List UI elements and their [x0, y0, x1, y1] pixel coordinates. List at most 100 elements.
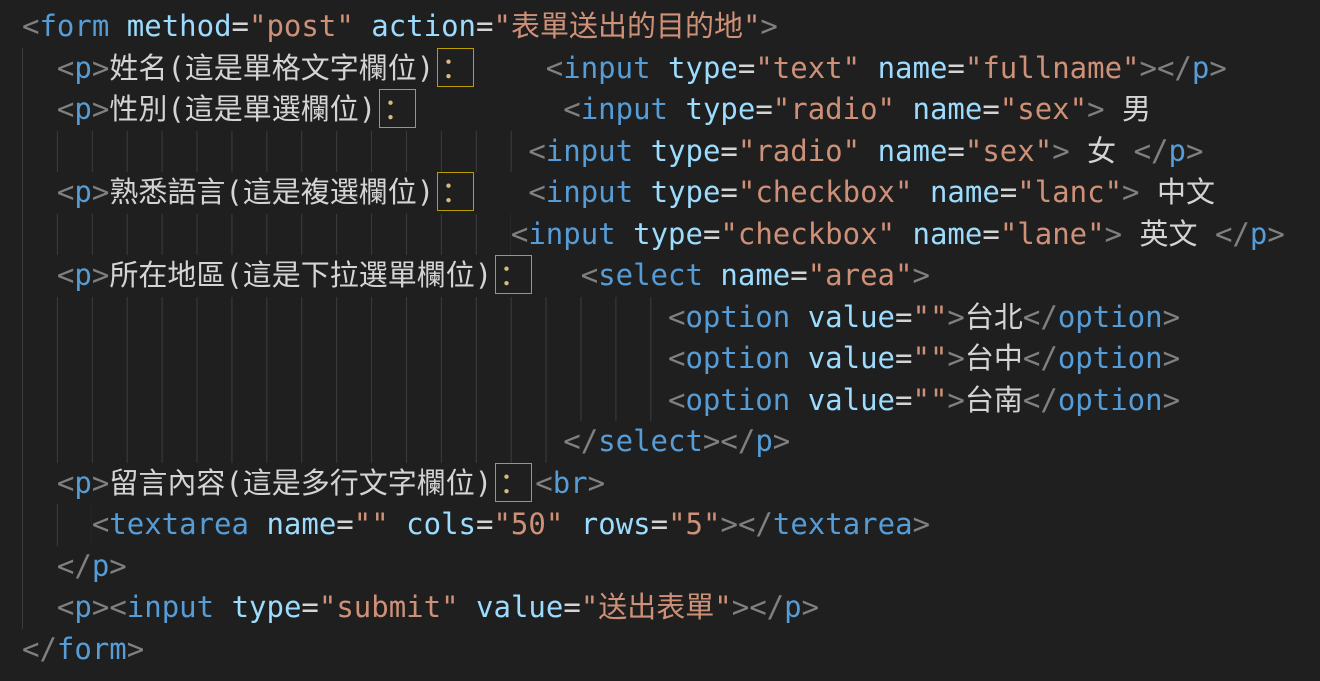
- token-text: 中文: [1140, 175, 1215, 209]
- token-attribute-name: type: [651, 134, 721, 168]
- token-text: [860, 134, 877, 168]
- token-tag-punctuation: <: [668, 383, 685, 417]
- code-editor[interactable]: <form method="post" action="表單送出的目的地"><p…: [0, 0, 1320, 681]
- token-tag-punctuation: </: [1023, 341, 1058, 375]
- token-tag-punctuation: >: [1052, 134, 1069, 168]
- token-tag-punctuation: <: [528, 175, 545, 209]
- token-equals: =: [476, 507, 493, 541]
- token-tag-punctuation: >: [1105, 217, 1122, 251]
- token-tag-punctuation: <: [57, 92, 74, 126]
- token-attribute-value: "": [912, 341, 947, 375]
- indent-guides: [22, 255, 57, 297]
- token-attribute-value: "checkbox": [720, 217, 895, 251]
- code-line[interactable]: <option value="">台中</option>: [22, 338, 1320, 380]
- token-text: [912, 175, 929, 209]
- token-text: [790, 383, 807, 417]
- token-tag-name: p: [74, 466, 91, 500]
- token-text: [860, 51, 877, 85]
- token-attribute-name: name: [930, 175, 1000, 209]
- token-tag-name: p: [1169, 134, 1186, 168]
- token-attribute-name: cols: [406, 507, 476, 541]
- code-line[interactable]: <p>熟悉語言(這是複選欄位)：<input type="checkbox" n…: [22, 172, 1320, 214]
- code-line[interactable]: <input type="checkbox" name="lane"> 英文 <…: [22, 214, 1320, 256]
- token-text: [459, 590, 476, 624]
- code-line[interactable]: <p>姓名(這是單格文字欄位)：<input type="text" name=…: [22, 48, 1320, 90]
- token-tag-name: input: [528, 217, 615, 251]
- token-tag-punctuation: <: [668, 341, 685, 375]
- code-line[interactable]: <form method="post" action="表單送出的目的地">: [22, 6, 1320, 48]
- token-tag-name: p: [74, 258, 91, 292]
- token-tag-name: p: [1250, 217, 1267, 251]
- token-text: 所在地區(這是下拉選單欄位): [109, 258, 492, 292]
- code-line[interactable]: <option value="">台南</option>: [22, 380, 1320, 422]
- token-tag-name: form: [39, 9, 109, 43]
- token-attribute-value: "area": [808, 258, 913, 292]
- token-tag-name: p: [74, 92, 91, 126]
- unicode-highlight-colon: ：: [495, 463, 532, 502]
- token-text: 台北: [965, 300, 1023, 334]
- token-tag-punctuation: </: [1157, 51, 1192, 85]
- indent-guides: [22, 214, 511, 256]
- token-text: [249, 507, 266, 541]
- token-tag-punctuation: >: [947, 341, 964, 375]
- unicode-highlight-colon: ：: [495, 255, 532, 294]
- token-tag-punctuation: <: [668, 300, 685, 334]
- token-tag-punctuation: </: [1023, 383, 1058, 417]
- token-tag-name: p: [74, 51, 91, 85]
- token-tag-punctuation: <: [57, 51, 74, 85]
- token-tag-punctuation: >: [947, 383, 964, 417]
- token-text: [703, 258, 720, 292]
- token-equals: =: [476, 9, 493, 43]
- token-tag-punctuation: </: [1134, 134, 1169, 168]
- token-equals: =: [755, 92, 772, 126]
- code-line[interactable]: <p>性別(這是單選欄位)：<input type="radio" name="…: [22, 89, 1320, 131]
- token-tag-punctuation: <: [535, 466, 552, 500]
- code-line[interactable]: <textarea name="" cols="50" rows="5"></t…: [22, 504, 1320, 546]
- token-tag-punctuation: >: [127, 632, 144, 666]
- token-attribute-name: value: [808, 341, 895, 375]
- token-attribute-name: value: [476, 590, 563, 624]
- code-line[interactable]: <p>所在地區(這是下拉選單欄位)：<select name="area">: [22, 255, 1320, 297]
- token-tag-punctuation: >: [720, 507, 737, 541]
- token-tag-punctuation: </: [1215, 217, 1250, 251]
- token-tag-punctuation: <: [92, 507, 109, 541]
- token-attribute-name: type: [232, 590, 302, 624]
- token-tag-punctuation: </: [22, 632, 57, 666]
- tab-stop-segment: <input type="text" name="fullname"></p>: [546, 48, 1227, 90]
- token-text: [651, 51, 668, 85]
- code-line[interactable]: </select></p>: [22, 421, 1320, 463]
- token-tag-punctuation: >: [732, 590, 749, 624]
- code-line[interactable]: <option value="">台北</option>: [22, 297, 1320, 339]
- code-line[interactable]: </form>: [22, 629, 1320, 671]
- token-tag-name: p: [1192, 51, 1209, 85]
- token-attribute-name: type: [651, 175, 721, 209]
- indent-guides: [22, 172, 57, 214]
- token-equals: =: [947, 51, 964, 85]
- token-text: [668, 92, 685, 126]
- token-tag-punctuation: >: [760, 9, 777, 43]
- indent-guides: [22, 48, 57, 90]
- code-line[interactable]: <p><input type="submit" value="送出表單"></p…: [22, 587, 1320, 629]
- unicode-highlight-colon: ：: [437, 172, 474, 211]
- token-attribute-value: "": [354, 507, 389, 541]
- token-tag-punctuation: <: [22, 9, 39, 43]
- token-text: 女: [1070, 134, 1134, 168]
- token-equals: =: [895, 383, 912, 417]
- token-equals: =: [895, 341, 912, 375]
- token-attribute-name: name: [912, 92, 982, 126]
- code-line[interactable]: <p>留言內容(這是多行文字欄位)：<br>: [22, 463, 1320, 505]
- code-line[interactable]: </p>: [22, 546, 1320, 588]
- token-tag-punctuation: </: [57, 549, 92, 583]
- token-tag-punctuation: >: [1163, 300, 1180, 334]
- token-tag-punctuation: >: [912, 258, 929, 292]
- token-attribute-value: "lane": [1000, 217, 1105, 251]
- token-tag-name: form: [57, 632, 127, 666]
- token-text: [389, 507, 406, 541]
- token-tag-punctuation: <: [511, 217, 528, 251]
- token-tag-punctuation: >: [92, 51, 109, 85]
- token-equals: =: [703, 217, 720, 251]
- code-line[interactable]: <input type="radio" name="sex"> 女 </p>: [22, 131, 1320, 173]
- token-tag-name: option: [685, 300, 790, 334]
- token-tag-punctuation: >: [1087, 92, 1104, 126]
- token-text: [616, 217, 633, 251]
